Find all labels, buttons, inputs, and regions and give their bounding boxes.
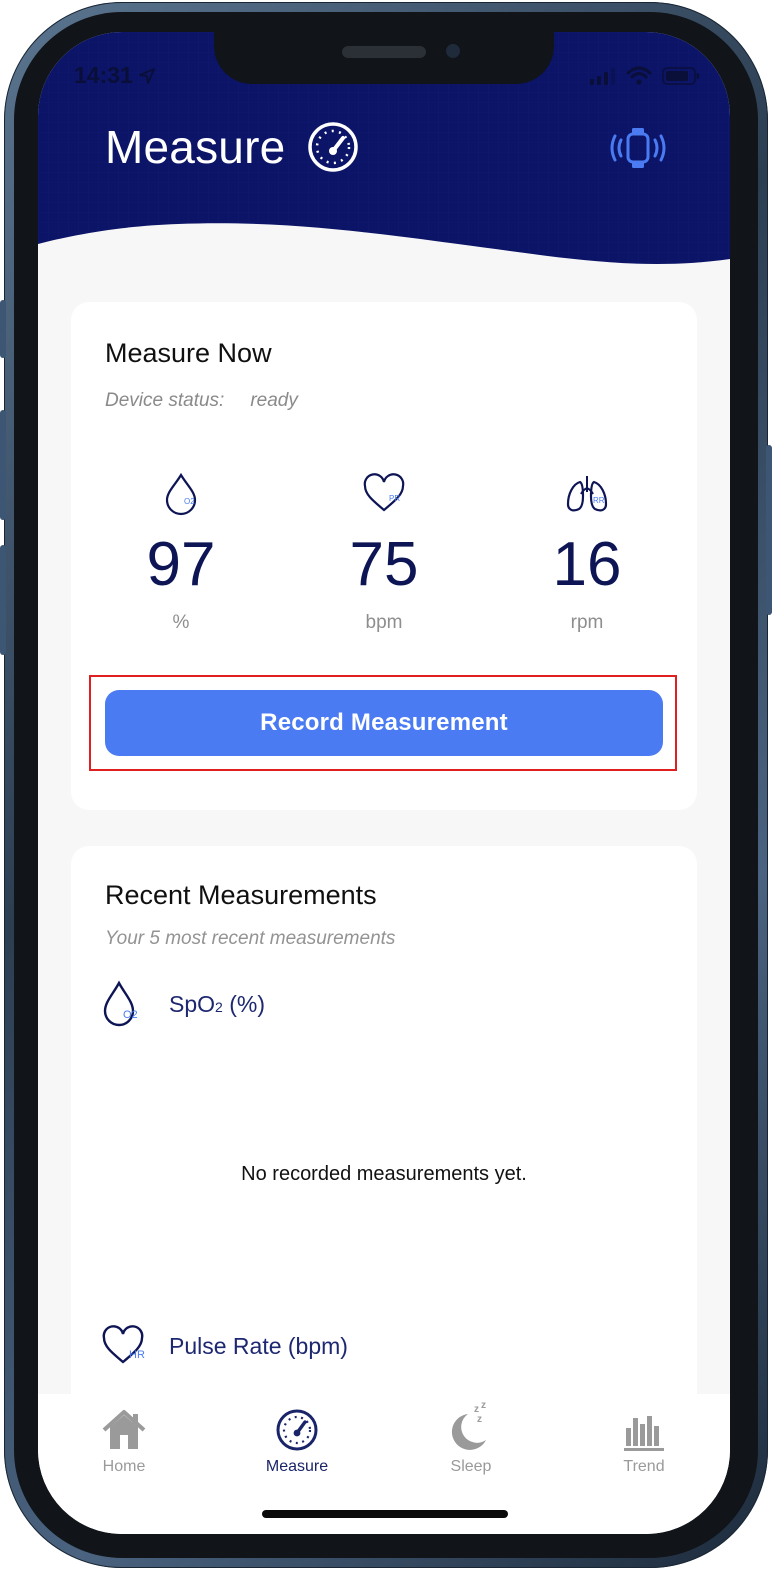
pulse-rate-value: 75 bbox=[349, 530, 419, 599]
watch-vibrate-icon bbox=[610, 128, 666, 168]
droplet-o2-icon: O2 bbox=[165, 472, 197, 516]
header: 14:31 Measure bbox=[38, 32, 730, 332]
gauge-icon bbox=[308, 122, 359, 172]
app-screen: 14:31 Measure Measure Now Device status:… bbox=[38, 32, 730, 1534]
empty-measurements-message: No recorded measurements yet. bbox=[241, 1163, 527, 1185]
status-time: 14:31 bbox=[74, 62, 157, 89]
metric-spo2: O2 97 % bbox=[101, 472, 261, 634]
moon-sleep-icon: z z z bbox=[451, 1400, 486, 1450]
svg-text:PR: PR bbox=[389, 494, 400, 503]
power-button bbox=[766, 445, 772, 615]
volume-up-button bbox=[0, 410, 6, 520]
measure-now-title: Measure Now bbox=[105, 338, 272, 368]
device-status-value: ready bbox=[250, 390, 298, 411]
heart-pr-icon: PR bbox=[363, 473, 405, 512]
status-icons bbox=[590, 66, 700, 86]
home-icon bbox=[102, 1410, 146, 1449]
heart-hr-icon: HR bbox=[102, 1325, 145, 1364]
location-arrow-icon bbox=[138, 67, 155, 84]
tab-measure-label: Measure bbox=[265, 1458, 329, 1475]
battery-icon bbox=[662, 67, 699, 85]
respiration-rate-unit: rpm bbox=[570, 612, 604, 633]
svg-text:HR: HR bbox=[129, 1349, 145, 1361]
tab-home-label: Home bbox=[102, 1458, 146, 1475]
speaker-grille bbox=[342, 46, 426, 58]
svg-text:RR: RR bbox=[593, 496, 605, 505]
tab-trend-label: Trend bbox=[623, 1458, 665, 1475]
tab-trend[interactable]: Trend bbox=[584, 1404, 704, 1476]
home-indicator bbox=[262, 1510, 508, 1518]
droplet-o2-icon: O2 bbox=[103, 980, 138, 1027]
status-time-text: 14:31 bbox=[74, 62, 133, 88]
title-row: Measure bbox=[105, 120, 359, 174]
tab-sleep-label: Sleep bbox=[450, 1458, 492, 1475]
tab-home[interactable]: Home bbox=[64, 1404, 184, 1476]
volume-down-button bbox=[0, 545, 6, 655]
tab-measure[interactable]: Measure bbox=[237, 1404, 357, 1476]
mute-switch bbox=[0, 300, 6, 358]
phone-notch bbox=[214, 32, 554, 84]
cellular-signal-icon bbox=[590, 68, 615, 85]
respiration-rate-value: 16 bbox=[552, 530, 622, 599]
pulse-rate-unit: bpm bbox=[365, 612, 403, 633]
recent-measurements-subtitle: Your 5 most recent measurements bbox=[105, 928, 396, 949]
svg-text:z: z bbox=[477, 1414, 482, 1425]
recent-measurements-title: Recent Measurements bbox=[105, 880, 377, 910]
pulse-rate-section-label: Pulse Rate (bpm) bbox=[169, 1332, 348, 1359]
metric-respiration-rate: RR 16 rpm bbox=[507, 472, 667, 634]
device-status: Device status: ready bbox=[105, 390, 298, 412]
lungs-rr-icon: RR bbox=[566, 476, 608, 512]
measure-now-card: Measure Now Device status: ready O2 97 %… bbox=[71, 302, 697, 810]
spo2-section-label: SpO2 (%) bbox=[169, 990, 265, 1017]
record-measurement-button[interactable]: Record Measurement bbox=[105, 690, 663, 756]
page-title: Measure bbox=[105, 121, 286, 173]
svg-text:z: z bbox=[481, 1400, 486, 1411]
gauge-icon bbox=[276, 1409, 318, 1451]
spo2-value: 97 bbox=[146, 530, 216, 599]
svg-text:O2: O2 bbox=[184, 497, 195, 506]
spo2-section-header: O2 SpO2 (%) bbox=[101, 980, 265, 1028]
recent-measurements-card: Recent Measurements Your 5 most recent m… bbox=[71, 846, 697, 1466]
tab-sleep[interactable]: z z z Sleep bbox=[411, 1400, 531, 1476]
device-status-label: Device status: bbox=[105, 390, 225, 411]
spo2-unit: % bbox=[172, 612, 190, 633]
front-camera bbox=[446, 44, 460, 58]
svg-text:O2: O2 bbox=[123, 1009, 138, 1021]
bar-chart-icon bbox=[624, 1416, 664, 1451]
wifi-icon bbox=[626, 66, 652, 85]
metric-pulse-rate: PR 75 bpm bbox=[304, 472, 464, 634]
pulse-rate-section-header: HR Pulse Rate (bpm) bbox=[101, 1324, 348, 1368]
device-connection-button[interactable] bbox=[610, 124, 666, 172]
